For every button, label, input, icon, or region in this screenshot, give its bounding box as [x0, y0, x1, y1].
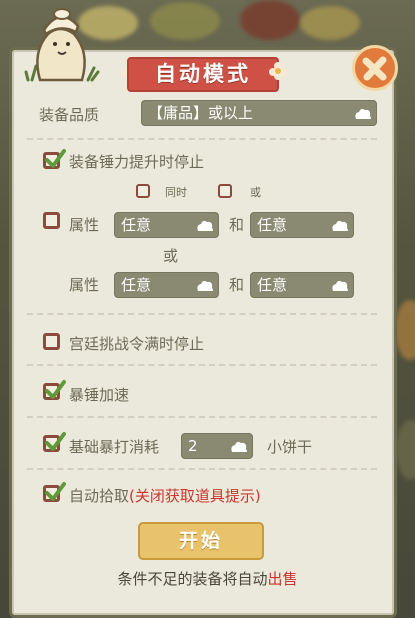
speed-label: 暴锤加速: [69, 386, 130, 404]
stop-power-checkbox[interactable]: [43, 149, 66, 169]
cloud-arrow-icon: [197, 280, 213, 291]
cloud-arrow-icon: [231, 441, 247, 452]
speed-checkbox[interactable]: [43, 380, 66, 400]
footer-highlight: 出售: [267, 570, 298, 588]
pickup-checkbox[interactable]: [43, 482, 66, 502]
base-cost-checkbox[interactable]: [43, 432, 66, 452]
attr2-value1: 任意: [121, 276, 152, 294]
stop-power-label: 装备锤力提升时停止: [69, 153, 205, 171]
close-icon: [362, 56, 387, 81]
footer-text: 条件不足的装备将自动: [117, 570, 268, 588]
same-time-label: 同时: [165, 186, 187, 199]
pickup-note: (关闭获取道具提示): [129, 487, 261, 505]
attr1-dropdown-1[interactable]: 任意: [114, 212, 219, 238]
start-button[interactable]: 开始: [138, 522, 264, 560]
mascot-icon: [24, 8, 100, 82]
checkmark-icon: [45, 482, 66, 501]
attr2-label: 属性: [69, 276, 100, 294]
attr1-value1: 任意: [121, 216, 152, 234]
attr1-value2: 任意: [257, 216, 288, 234]
or-label: 或: [250, 186, 261, 199]
pickup-text: 自动拾取(关闭获取道具提示): [69, 485, 261, 506]
pickup-label: 自动拾取: [69, 487, 130, 505]
checkmark-icon: [45, 149, 66, 168]
attr2-dropdown-2[interactable]: 任意: [250, 272, 354, 298]
attr1-label: 属性: [69, 216, 100, 234]
palace-checkbox[interactable]: [43, 333, 60, 350]
start-button-label: 开始: [178, 530, 223, 552]
checkmark-icon: [45, 380, 66, 399]
footer-note: 条件不足的装备将自动出售: [0, 568, 415, 589]
quality-dropdown[interactable]: 【庸品】或以上: [141, 100, 377, 126]
cloud-arrow-icon: [332, 220, 348, 231]
same-time-checkbox[interactable]: [136, 184, 150, 198]
attr2-value2: 任意: [257, 276, 288, 294]
palace-label: 宫廷挑战令满时停止: [69, 335, 205, 353]
base-cost-label: 基础暴打消耗: [69, 438, 160, 456]
divider: [27, 138, 377, 140]
cloud-arrow-icon: [355, 108, 371, 119]
attr-or-label: 或: [163, 247, 179, 265]
cloud-arrow-icon: [197, 220, 213, 231]
quality-label: 装备品质: [39, 106, 100, 124]
or-checkbox[interactable]: [218, 184, 232, 198]
attr2-dropdown-1[interactable]: 任意: [114, 272, 219, 298]
checkmark-icon: [45, 432, 66, 451]
attribute-checkbox[interactable]: [43, 212, 60, 229]
base-cost-unit: 小饼干: [267, 438, 313, 456]
close-button[interactable]: [352, 45, 398, 91]
flower-icon: [269, 62, 287, 80]
base-cost-dropdown[interactable]: 2: [181, 433, 253, 459]
title-banner: 自动模式: [127, 57, 279, 92]
attr2-and-label: 和: [229, 276, 245, 294]
divider: [27, 468, 377, 470]
divider: [27, 416, 377, 418]
cloud-arrow-icon: [332, 280, 348, 291]
divider: [27, 364, 377, 366]
divider: [27, 313, 377, 315]
base-cost-value: 2: [188, 437, 198, 455]
page-title: 自动模式: [155, 62, 251, 86]
quality-value: 【庸品】或以上: [148, 104, 254, 122]
attr1-dropdown-2[interactable]: 任意: [250, 212, 354, 238]
attr1-and-label: 和: [229, 216, 245, 234]
